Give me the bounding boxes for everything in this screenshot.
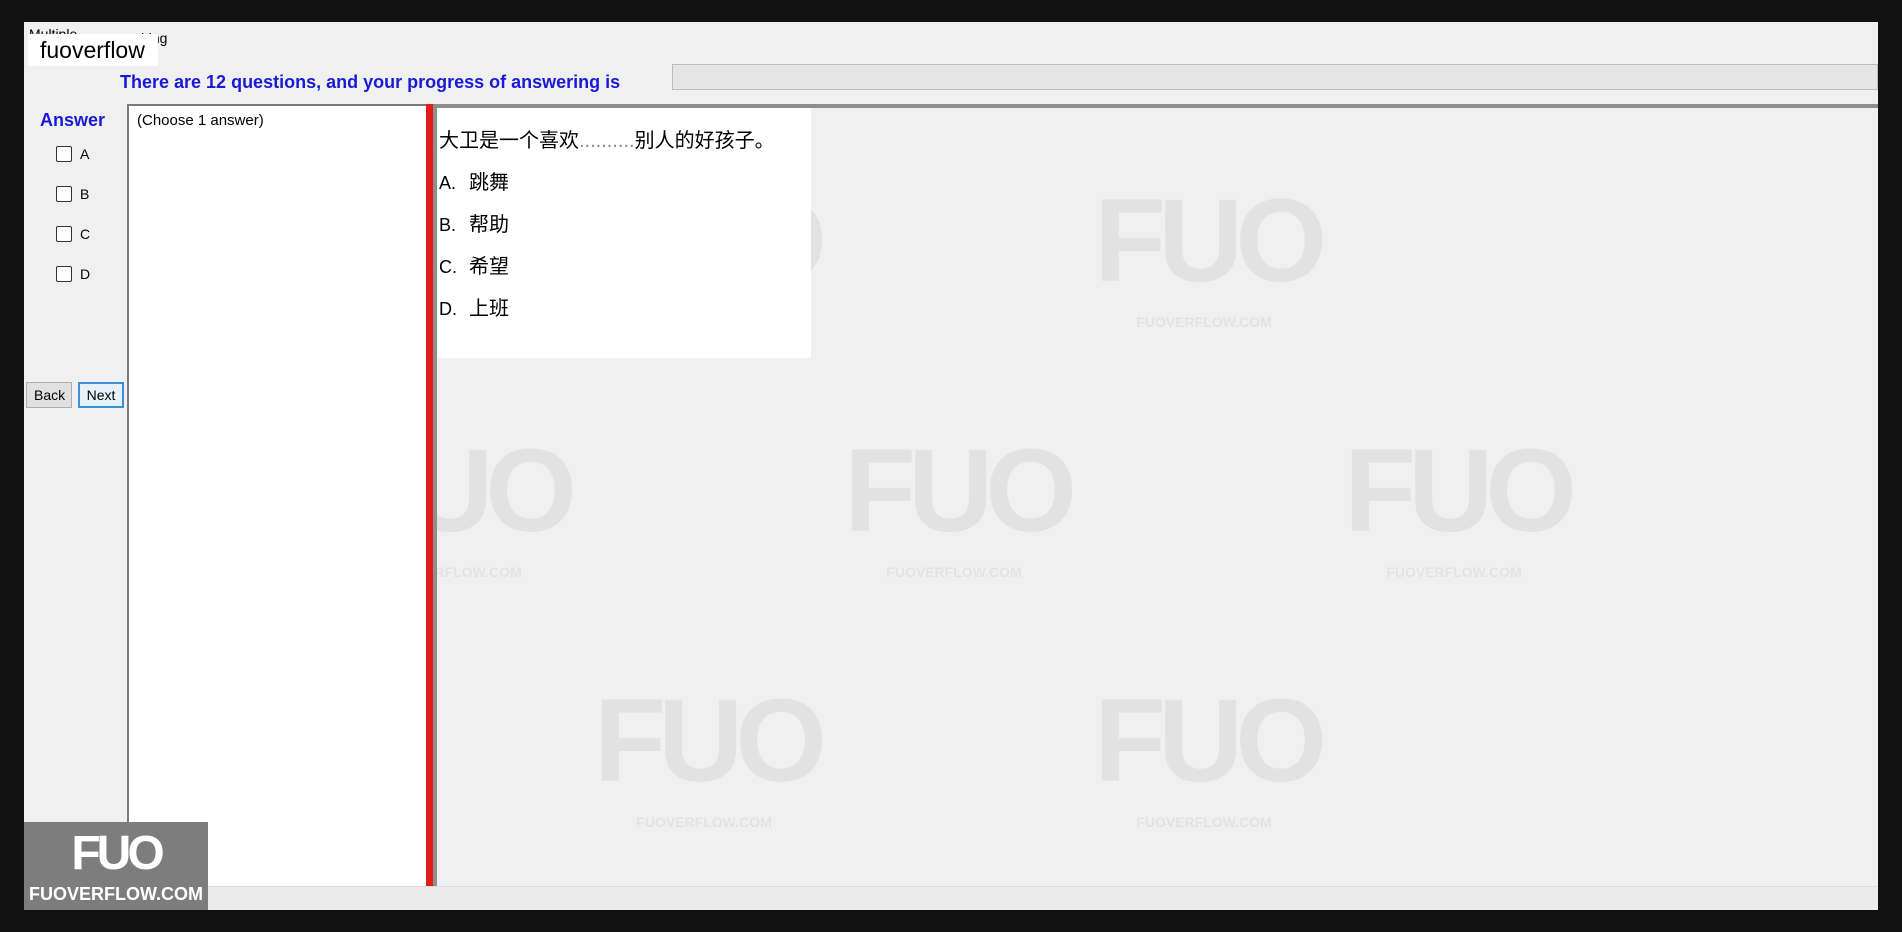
watermark-site: FUOVERFLOW.COM xyxy=(1136,814,1272,830)
question-option: C. 希望 xyxy=(439,250,509,279)
checkbox[interactable] xyxy=(56,226,72,242)
question-blank: .......... xyxy=(579,130,635,152)
question-text: 大卫是一个喜欢..........别人的好孩子。 xyxy=(439,124,775,153)
answer-option-label: B xyxy=(80,186,90,202)
question-text-after: 别人的好孩子。 xyxy=(634,130,775,152)
question-option: A. 跳舞 xyxy=(439,166,509,195)
back-button[interactable]: Back xyxy=(26,382,72,408)
answer-option-label: D xyxy=(80,266,91,282)
watermark-site: FUOVERFLOW.COM xyxy=(636,814,772,830)
corner-logo: FUO FUOVERFLOW.COM xyxy=(24,822,208,910)
question-text-before: 大卫是一个喜欢 xyxy=(439,130,579,152)
answer-option-label: A xyxy=(80,146,90,162)
progress-bar xyxy=(672,64,1878,90)
watermark-site: FUOVERFLOW.COM xyxy=(886,564,1022,580)
checkbox[interactable] xyxy=(56,266,72,282)
panel-splitter[interactable] xyxy=(426,104,433,888)
corner-logo-site: FUOVERFLOW.COM xyxy=(29,884,203,904)
option-letter: D. xyxy=(439,299,457,319)
status-bar xyxy=(24,886,1878,910)
option-text: 希望 xyxy=(469,256,509,278)
checkbox[interactable] xyxy=(56,146,72,162)
answer-option-d[interactable]: D xyxy=(56,266,90,282)
option-letter: C. xyxy=(439,257,457,277)
answer-option-b[interactable]: B xyxy=(56,186,89,202)
watermark-mark: FUO xyxy=(1344,425,1577,557)
watermark-site: FUOVERFLOW.COM xyxy=(1136,314,1272,330)
answer-option-label: C xyxy=(80,226,91,242)
question-option: B. 帮助 xyxy=(439,208,509,237)
next-button[interactable]: Next xyxy=(78,382,124,408)
watermark: FUO FUOVERFLOW.COM xyxy=(844,425,1077,580)
watermark-mark: FUO xyxy=(844,425,1077,557)
watermark-mark: FUO xyxy=(594,675,827,807)
watermark-mark: FUO xyxy=(1094,175,1327,307)
watermark: FUO FUOVERFLOW.COM xyxy=(1094,675,1327,830)
brand-overlay: fuoverflow xyxy=(28,34,158,66)
option-letter: B. xyxy=(439,215,457,235)
choose-panel: (Choose 1 answer) xyxy=(127,104,427,888)
watermark: FUO FUOVERFLOW.COM xyxy=(1344,425,1577,580)
progress-label: There are 12 questions, and your progres… xyxy=(120,72,621,92)
corner-logo-mark: FUO xyxy=(71,827,164,880)
question-card: 大卫是一个喜欢..........别人的好孩子。 A. 跳舞 B. 帮助 C. 希望 … xyxy=(437,108,811,358)
watermark-mark: FUO xyxy=(1094,675,1327,807)
option-text: 跳舞 xyxy=(469,172,509,194)
answer-title: Answer xyxy=(40,110,106,130)
option-text: 帮助 xyxy=(469,214,509,236)
watermark: FUO FUOVERFLOW.COM xyxy=(594,675,827,830)
answer-option-a[interactable]: A xyxy=(56,146,89,162)
choose-hint: (Choose 1 answer) xyxy=(137,112,264,129)
option-text: 上班 xyxy=(469,298,509,320)
answer-option-c[interactable]: C xyxy=(56,226,90,242)
watermark: FUO FUOVERFLOW.COM xyxy=(1094,175,1327,330)
option-letter: A. xyxy=(439,173,457,193)
checkbox[interactable] xyxy=(56,186,72,202)
quiz-window: FUO FUOVERFLOW.COM FUO FUOVERFLOW.COM FU… xyxy=(24,22,1878,910)
watermark-site: FUOVERFLOW.COM xyxy=(1386,564,1522,580)
question-option: D. 上班 xyxy=(439,292,509,321)
